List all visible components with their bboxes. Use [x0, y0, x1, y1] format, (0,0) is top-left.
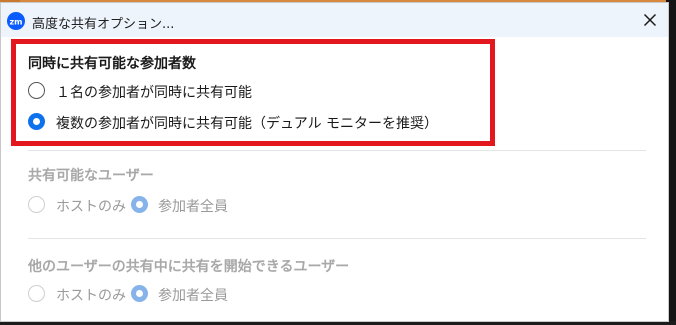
advanced-sharing-options-dialog: zm 高度な共有オプション... 同時に共有可能な参加者数 １名の参加者が同時に… [0, 2, 669, 322]
close-button[interactable] [639, 9, 661, 31]
radio-all-participants-2[interactable] [131, 285, 148, 302]
section-title-who-can-share: 共有可能なユーザー [28, 168, 154, 184]
option-label-host-only-2[interactable]: ホストのみ [56, 285, 126, 305]
radio-host-only[interactable] [28, 196, 45, 213]
zoom-logo-icon: zm [7, 12, 25, 30]
section-title-who-can-start-while-sharing: 他のユーザーの共有中に共有を開始できるユーザー [28, 259, 350, 275]
option-label-host-only[interactable]: ホストのみ [56, 196, 126, 216]
highlight-box [11, 39, 495, 146]
option-label-all-participants-2[interactable]: 参加者全員 [158, 285, 228, 305]
app-icon-text: zm [10, 18, 23, 27]
close-icon [643, 13, 657, 27]
radio-host-only-2[interactable] [28, 285, 45, 302]
radio-all-participants[interactable] [131, 196, 148, 213]
title-bar: zm 高度な共有オプション... [1, 3, 668, 37]
divider [28, 150, 646, 151]
option-label-all-participants[interactable]: 参加者全員 [158, 196, 228, 216]
divider [28, 238, 646, 239]
window-title: 高度な共有オプション... [32, 17, 175, 32]
